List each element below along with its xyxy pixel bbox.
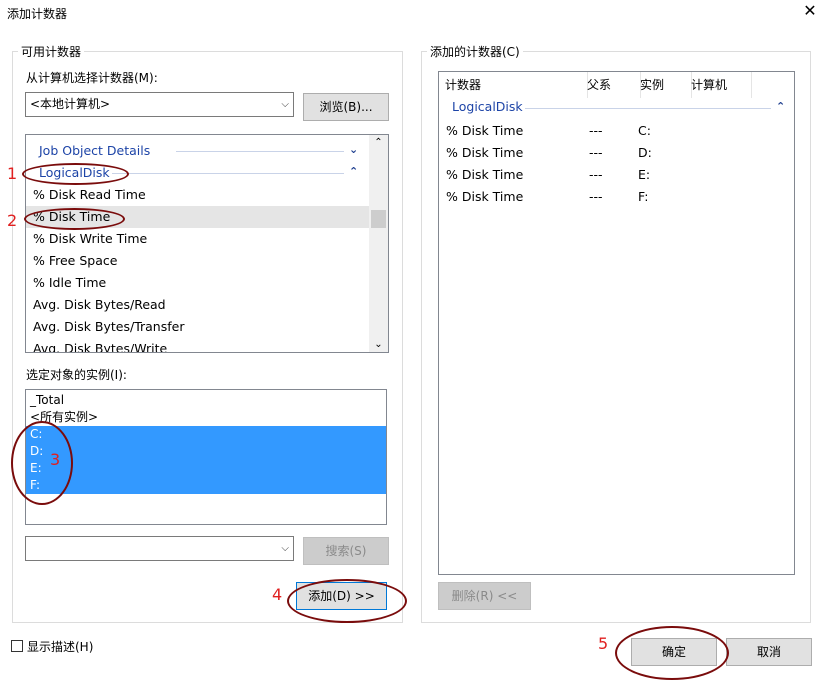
category-divider <box>525 108 771 109</box>
table-row[interactable]: % Disk Time --- F: <box>439 186 794 208</box>
counter-category[interactable]: Job Object Details <box>39 140 150 162</box>
browse-button[interactable]: 浏览(B)... <box>303 93 389 121</box>
instance-list[interactable]: _Total <所有实例> C: D: E: F: <box>25 389 387 525</box>
chevron-down-icon[interactable]: ⌄ <box>349 143 358 156</box>
search-combo[interactable]: ⌵ <box>25 536 294 561</box>
counter-item[interactable]: % Free Space <box>33 250 117 272</box>
annotation-number-4: 4 <box>272 585 283 604</box>
annotation-number-2: 2 <box>7 211 18 230</box>
counter-item[interactable]: Avg. Disk Bytes/Transfer <box>33 316 184 338</box>
table-cell-parent: --- <box>589 189 603 204</box>
cancel-button[interactable]: 取消 <box>726 638 812 666</box>
counter-list-scrollbar[interactable]: ⌃ ⌄ <box>369 135 388 352</box>
table-row[interactable]: % Disk Time --- C: <box>439 120 794 142</box>
instance-item[interactable]: F: <box>26 477 386 494</box>
column-header[interactable]: 计数器 <box>439 72 588 98</box>
scroll-thumb[interactable] <box>371 210 386 228</box>
window-title: 添加计数器 <box>7 7 68 21</box>
category-divider <box>112 173 344 174</box>
remove-button[interactable]: 删除(R) << <box>438 582 531 610</box>
table-header: 计数器 父系 实例 计算机 <box>439 72 794 98</box>
annotation-number-5: 5 <box>598 634 609 653</box>
counter-item[interactable]: % Idle Time <box>33 272 106 294</box>
instances-label: 选定对象的实例(I): <box>26 368 127 382</box>
annotation-circle-4 <box>287 579 407 623</box>
table-cell-counter: % Disk Time <box>446 167 524 182</box>
computer-label: 从计算机选择计数器(M): <box>26 71 158 85</box>
table-cell-counter: % Disk Time <box>446 123 524 138</box>
search-button[interactable]: 搜索(S) <box>303 537 389 565</box>
instance-item[interactable]: E: <box>26 460 386 477</box>
added-counter-table[interactable]: 计数器 父系 实例 计算机 LogicalDisk ⌃ % Disk Time --- C… <box>438 71 795 575</box>
computer-select[interactable]: <本地计算机> ⌵ <box>25 92 294 117</box>
table-cell-parent: --- <box>589 167 603 182</box>
table-cell-counter: % Disk Time <box>446 145 524 160</box>
table-cell-instance: F: <box>638 189 649 204</box>
table-cell-instance: C: <box>638 123 651 138</box>
added-category[interactable]: LogicalDisk <box>452 96 523 118</box>
column-header[interactable]: 实例 <box>634 72 692 98</box>
column-header[interactable]: 计算机 <box>685 72 752 98</box>
annotation-circle-3 <box>11 421 73 505</box>
instance-item[interactable]: D: <box>26 443 386 460</box>
counter-item[interactable]: Avg. Disk Bytes/Write <box>33 338 167 352</box>
instance-item[interactable]: C: <box>26 426 386 443</box>
annotation-circle-2 <box>24 208 125 230</box>
added-counters-label: 添加的计数器(C) <box>427 43 523 60</box>
table-cell-instance: E: <box>638 167 651 182</box>
chevron-down-icon: ⌵ <box>281 99 289 110</box>
show-description-label: 显示描述(H) <box>27 640 94 654</box>
annotation-circle-1 <box>22 163 129 185</box>
scroll-down-icon[interactable]: ⌄ <box>369 339 388 350</box>
table-cell-instance: D: <box>638 145 652 160</box>
chevron-up-icon[interactable]: ⌃ <box>776 100 785 113</box>
table-cell-counter: % Disk Time <box>446 189 524 204</box>
available-counters-label: 可用计数器 <box>18 43 85 60</box>
computer-value: <本地计算机> <box>30 97 111 111</box>
show-description-checkbox[interactable] <box>11 640 23 652</box>
counter-item[interactable]: Avg. Disk Bytes/Read <box>33 294 166 316</box>
table-cell-parent: --- <box>589 145 603 160</box>
annotation-number-1: 1 <box>7 164 18 183</box>
scroll-up-icon[interactable]: ⌃ <box>369 137 388 148</box>
category-divider <box>176 151 344 152</box>
counter-item[interactable]: % Disk Write Time <box>33 228 147 250</box>
table-cell-parent: --- <box>589 123 603 138</box>
instance-item[interactable]: _Total <box>30 392 64 409</box>
annotation-circle-5 <box>615 626 729 680</box>
close-icon[interactable]: ✕ <box>800 1 820 20</box>
counter-item[interactable]: % Disk Read Time <box>33 184 146 206</box>
column-header[interactable]: 父系 <box>581 72 641 98</box>
chevron-down-icon: ⌵ <box>281 543 289 554</box>
chevron-up-icon[interactable]: ⌃ <box>349 165 358 178</box>
table-row[interactable]: % Disk Time --- D: <box>439 142 794 164</box>
table-row[interactable]: % Disk Time --- E: <box>439 164 794 186</box>
